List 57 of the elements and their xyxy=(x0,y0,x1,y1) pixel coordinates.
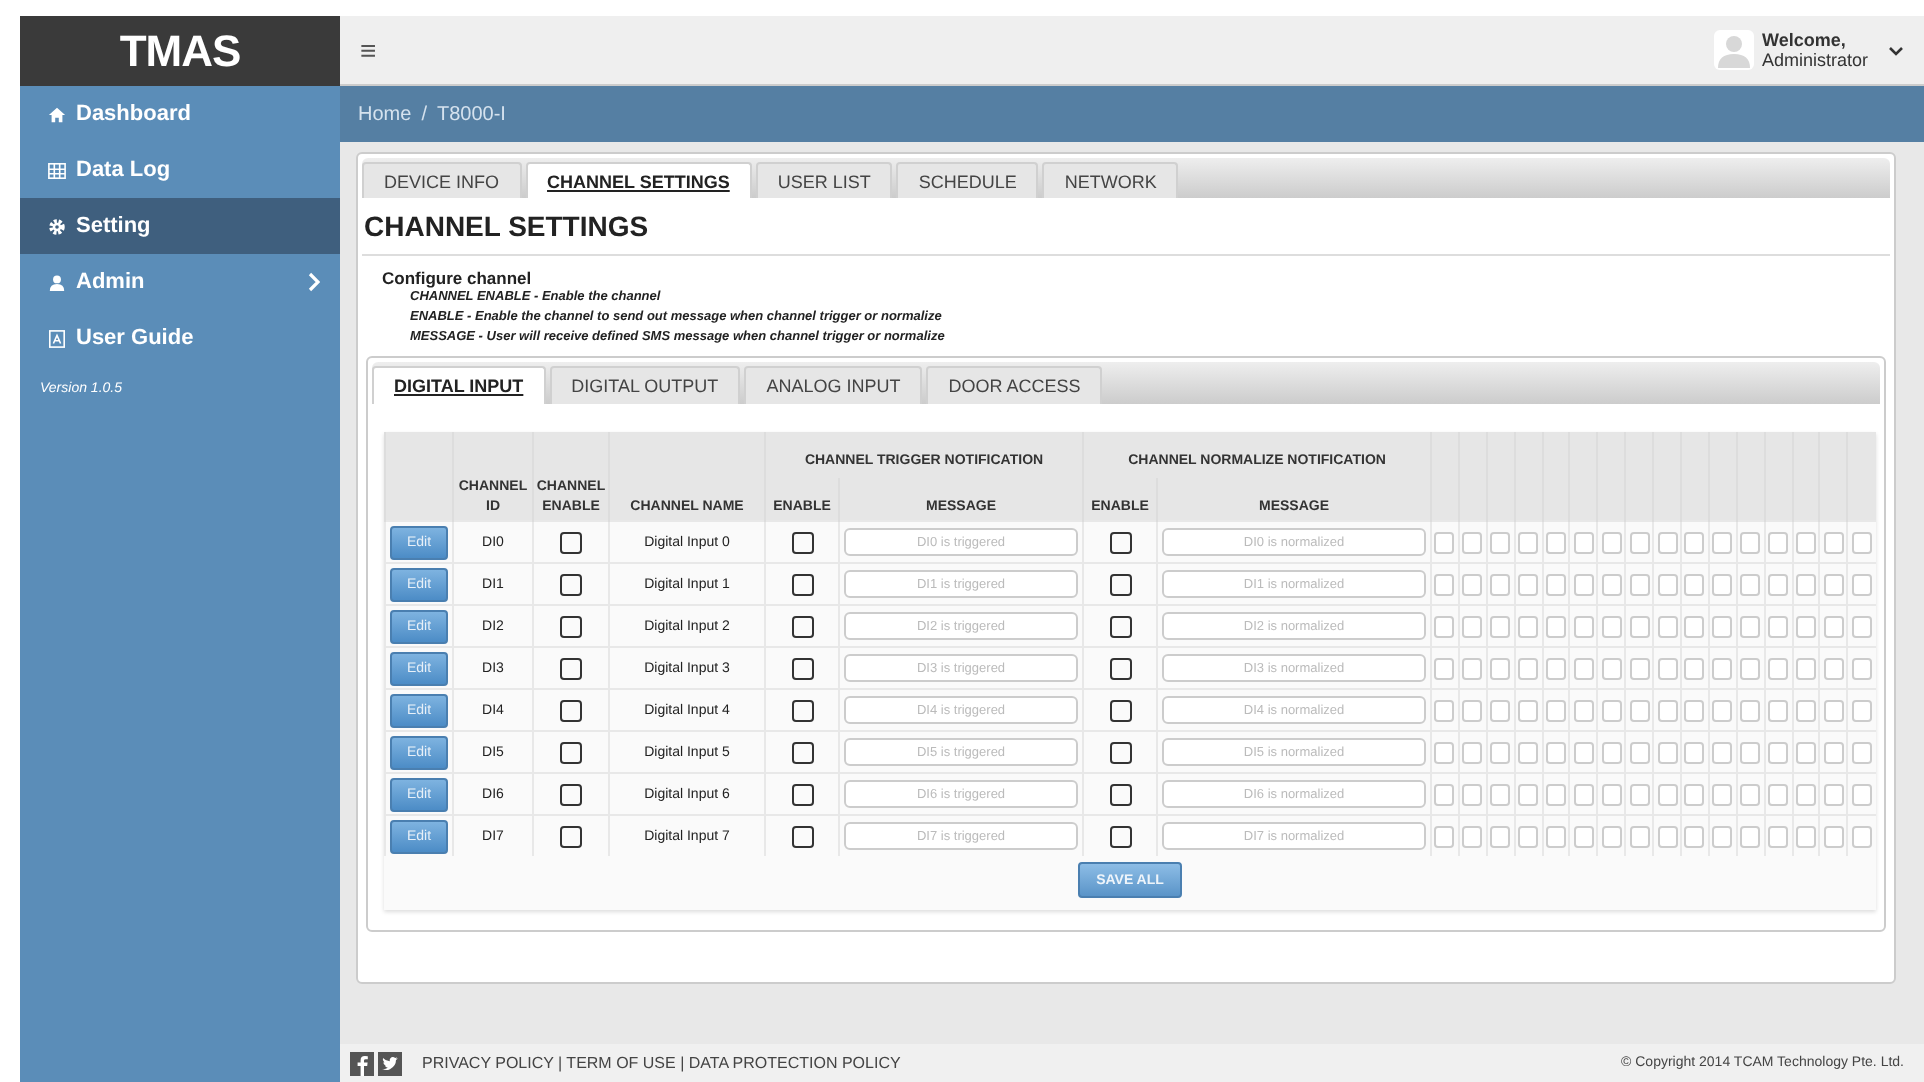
checkbox[interactable] xyxy=(1109,699,1132,721)
tab[interactable]: DEVICE INFO xyxy=(362,162,522,198)
checkbox[interactable] xyxy=(560,531,582,553)
tab[interactable]: NETWORK xyxy=(1042,162,1179,198)
checkbox[interactable] xyxy=(1109,825,1132,847)
breadcrumb-item[interactable]: Home xyxy=(358,103,412,125)
caret-icon[interactable] xyxy=(1888,45,1904,55)
checkbox[interactable] xyxy=(1109,657,1132,679)
table-icon xyxy=(48,161,66,179)
checkbox[interactable] xyxy=(560,699,582,721)
facebook-icon[interactable] xyxy=(350,1051,374,1075)
checkbox[interactable] xyxy=(560,615,582,637)
breadcrumb-separator: / xyxy=(421,103,427,125)
checkbox[interactable] xyxy=(791,741,813,763)
checkbox[interactable] xyxy=(560,573,582,595)
sidebar-item[interactable]: User Guide xyxy=(20,310,340,366)
checkbox[interactable] xyxy=(791,573,813,595)
checkbox[interactable] xyxy=(791,699,813,721)
tab[interactable]: DIGITAL INPUT xyxy=(372,366,546,404)
avatar-icon xyxy=(1713,30,1754,70)
tab[interactable]: SCHEDULE xyxy=(896,162,1039,198)
checkbox[interactable] xyxy=(791,783,813,805)
checkbox[interactable] xyxy=(1109,783,1132,805)
page-title: CHANNEL SETTINGS xyxy=(362,198,1890,256)
checkbox[interactable] xyxy=(1109,615,1132,637)
user-name[interactable]: Administrator xyxy=(1761,50,1868,70)
sidebar-item[interactable]: Dashboard xyxy=(20,86,340,142)
breadcrumb-item: T8000-I xyxy=(436,103,506,125)
tab[interactable]: DIGITAL OUTPUT xyxy=(549,366,741,404)
checkbox[interactable] xyxy=(560,657,582,679)
checkbox[interactable] xyxy=(791,531,813,553)
settings-icon xyxy=(48,217,66,235)
checkbox[interactable] xyxy=(791,825,813,847)
checkbox[interactable] xyxy=(560,783,582,805)
menu-button[interactable]: ≡ xyxy=(360,34,377,66)
bird-icon[interactable] xyxy=(378,1051,402,1075)
user-icon xyxy=(48,273,66,291)
checkbox[interactable] xyxy=(1109,531,1132,553)
tab[interactable]: ANALOG INPUT xyxy=(744,366,923,404)
footer-links[interactable]: PRIVACY POLICY | TERM OF USE | DATA PROTECTION POLICY xyxy=(422,1054,901,1072)
checkbox[interactable] xyxy=(791,615,813,637)
sidebar-item[interactable]: Data Log xyxy=(20,142,340,198)
checkbox[interactable] xyxy=(791,657,813,679)
logo: TMAS xyxy=(20,16,340,86)
checkbox[interactable] xyxy=(1109,741,1132,763)
checkbox[interactable] xyxy=(560,741,582,763)
home-icon xyxy=(48,105,66,123)
tab[interactable]: DOOR ACCESS xyxy=(926,366,1103,404)
help-title: Configure channel xyxy=(382,268,534,288)
sidebar-item[interactable]: Setting xyxy=(20,198,340,254)
welcome-text: Welcome, xyxy=(1761,30,1848,50)
checkbox[interactable] xyxy=(560,825,582,847)
document-icon xyxy=(48,329,66,347)
tab[interactable]: USER LIST xyxy=(755,162,893,198)
sidebar-item[interactable]: Admin xyxy=(20,254,340,310)
tab[interactable]: CHANNEL SETTINGS xyxy=(525,162,752,198)
checkbox[interactable] xyxy=(1109,573,1132,595)
